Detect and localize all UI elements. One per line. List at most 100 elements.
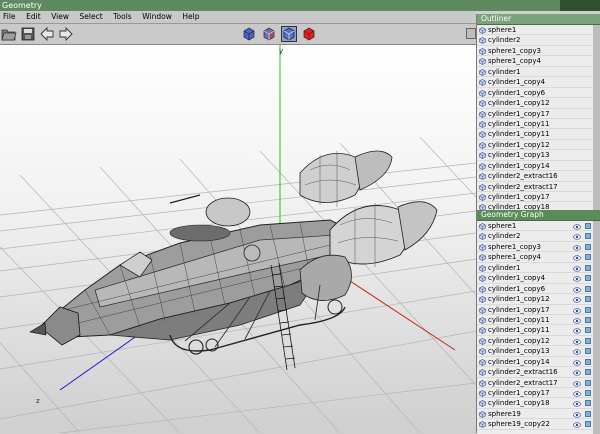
select-checkbox[interactable]	[585, 421, 591, 428]
save-icon[interactable]	[20, 26, 36, 42]
select-checkbox[interactable]	[585, 337, 591, 344]
arrow-right-icon[interactable]	[58, 26, 74, 42]
list-item[interactable]: cylinder1	[477, 263, 593, 274]
visibility-eye-icon[interactable]	[573, 223, 581, 230]
list-item[interactable]: cylinder1	[477, 67, 593, 78]
visibility-eye-icon[interactable]	[573, 380, 581, 387]
menu-file[interactable]: File	[0, 11, 21, 23]
cube-view-blue-icon[interactable]	[241, 26, 257, 42]
cube-view-red-icon[interactable]	[301, 26, 317, 42]
visibility-eye-icon[interactable]	[573, 359, 581, 366]
list-item[interactable]: cylinder1_copy17	[477, 388, 593, 399]
cube-view-wire-icon[interactable]	[261, 26, 277, 42]
panel-layout-icon[interactable]	[466, 28, 476, 39]
cube-view-selected-icon[interactable]	[281, 26, 297, 42]
list-item[interactable]: cylinder1_copy12	[477, 336, 593, 347]
list-item[interactable]: cylinder2_extract17	[477, 378, 593, 388]
select-checkbox[interactable]	[585, 369, 591, 376]
select-checkbox[interactable]	[585, 316, 591, 323]
visibility-eye-icon[interactable]	[573, 348, 581, 355]
list-item[interactable]: cylinder1_copy13	[477, 346, 593, 357]
menu-help[interactable]: Help	[179, 11, 204, 23]
list-item[interactable]: cylinder1_copy14	[477, 161, 593, 172]
select-checkbox[interactable]	[585, 275, 591, 282]
select-checkbox[interactable]	[585, 243, 591, 250]
menu-tools[interactable]: Tools	[110, 11, 136, 23]
visibility-eye-icon[interactable]	[573, 265, 581, 272]
list-item[interactable]: cylinder1_copy12	[477, 140, 593, 151]
arrow-left-icon[interactable]	[39, 26, 55, 42]
visibility-eye-icon[interactable]	[573, 296, 581, 303]
select-checkbox[interactable]	[585, 390, 591, 396]
visibility-eye-icon[interactable]	[573, 369, 581, 376]
list-item[interactable]: cylinder1_copy12	[477, 98, 593, 109]
list-item[interactable]: cylinder2	[477, 231, 593, 242]
list-item[interactable]: cylinder1_copy17	[477, 109, 593, 119]
list-item[interactable]: cylinder2	[477, 35, 593, 46]
visibility-eye-icon[interactable]	[573, 307, 581, 314]
visibility-eye-icon[interactable]	[573, 317, 581, 324]
list-item[interactable]: cylinder1_copy6	[477, 284, 593, 295]
list-item[interactable]: cylinder1_copy18	[477, 398, 593, 409]
list-item[interactable]: cylinder1_copy4	[477, 77, 593, 88]
menu-edit[interactable]: Edit	[23, 11, 46, 23]
select-checkbox[interactable]	[585, 223, 591, 229]
visibility-eye-icon[interactable]	[573, 390, 581, 397]
list-item[interactable]: sphere19_copy22	[477, 419, 593, 430]
list-item[interactable]: cylinder2_extract16	[477, 367, 593, 378]
visibility-eye-icon[interactable]	[573, 233, 581, 241]
select-checkbox[interactable]	[585, 400, 591, 407]
list-item[interactable]: cylinder1_copy11	[477, 325, 593, 336]
visibility-eye-icon[interactable]	[573, 421, 581, 428]
list-item[interactable]: sphere1_copy4	[477, 56, 593, 67]
object-cube-icon	[479, 337, 486, 345]
spaceship-model[interactable]	[29, 150, 438, 371]
list-item[interactable]: sphere1_copy4	[477, 252, 593, 263]
visibility-eye-icon[interactable]	[573, 411, 581, 418]
list-item[interactable]: cylinder1_copy12	[477, 294, 593, 305]
list-item-label: sphere19	[488, 409, 521, 418]
select-checkbox[interactable]	[585, 264, 591, 271]
visibility-eye-icon[interactable]	[573, 327, 581, 334]
visibility-eye-icon[interactable]	[573, 244, 581, 251]
visibility-eye-icon[interactable]	[573, 286, 581, 293]
outliner-list[interactable]: sphere1 cylinder2 sphere1_copy3 sphere1_cop…	[477, 25, 600, 215]
list-item[interactable]: cylinder1_copy6	[477, 88, 593, 99]
list-item[interactable]: cylinder2_extract17	[477, 182, 593, 192]
object-cube-icon	[479, 37, 486, 45]
list-item[interactable]: sphere1	[477, 25, 593, 36]
select-checkbox[interactable]	[585, 296, 591, 303]
visibility-eye-icon[interactable]	[573, 400, 581, 408]
select-checkbox[interactable]	[585, 410, 591, 417]
menu-view[interactable]: View	[48, 11, 74, 23]
select-checkbox[interactable]	[585, 306, 591, 313]
menu-select[interactable]: Select	[77, 11, 108, 23]
list-item[interactable]: sphere1_copy3	[477, 242, 593, 253]
list-item[interactable]: cylinder1_copy13	[477, 150, 593, 161]
list-item[interactable]: cylinder1_copy17	[477, 305, 593, 315]
list-item[interactable]: cylinder1_copy14	[477, 357, 593, 368]
list-item[interactable]: cylinder2_extract16	[477, 171, 593, 182]
3d-viewport[interactable]: y z	[0, 45, 476, 433]
select-checkbox[interactable]	[585, 327, 591, 334]
menu-window[interactable]: Window	[139, 11, 177, 23]
select-checkbox[interactable]	[585, 285, 591, 292]
list-item[interactable]: cylinder1_copy11	[477, 315, 593, 326]
select-checkbox[interactable]	[585, 233, 591, 240]
list-item[interactable]: cylinder1_copy11	[477, 119, 593, 130]
geometry-graph-list[interactable]: sphere1 cylinder2 sphere1_copy3 sphere1_cop…	[477, 221, 600, 434]
visibility-eye-icon[interactable]	[573, 254, 581, 261]
list-item[interactable]: cylinder1_copy4	[477, 273, 593, 284]
list-item[interactable]: sphere1_copy3	[477, 46, 593, 57]
list-item[interactable]: sphere1	[477, 221, 593, 232]
select-checkbox[interactable]	[585, 348, 591, 355]
list-item[interactable]: cylinder1_copy11	[477, 129, 593, 140]
select-checkbox[interactable]	[585, 358, 591, 365]
folder-open-icon[interactable]	[1, 26, 17, 42]
visibility-eye-icon[interactable]	[573, 275, 581, 282]
select-checkbox[interactable]	[585, 254, 591, 261]
select-checkbox[interactable]	[585, 379, 591, 386]
visibility-eye-icon[interactable]	[573, 338, 581, 345]
list-item[interactable]: cylinder1_copy17	[477, 192, 593, 203]
list-item[interactable]: sphere19	[477, 409, 593, 420]
